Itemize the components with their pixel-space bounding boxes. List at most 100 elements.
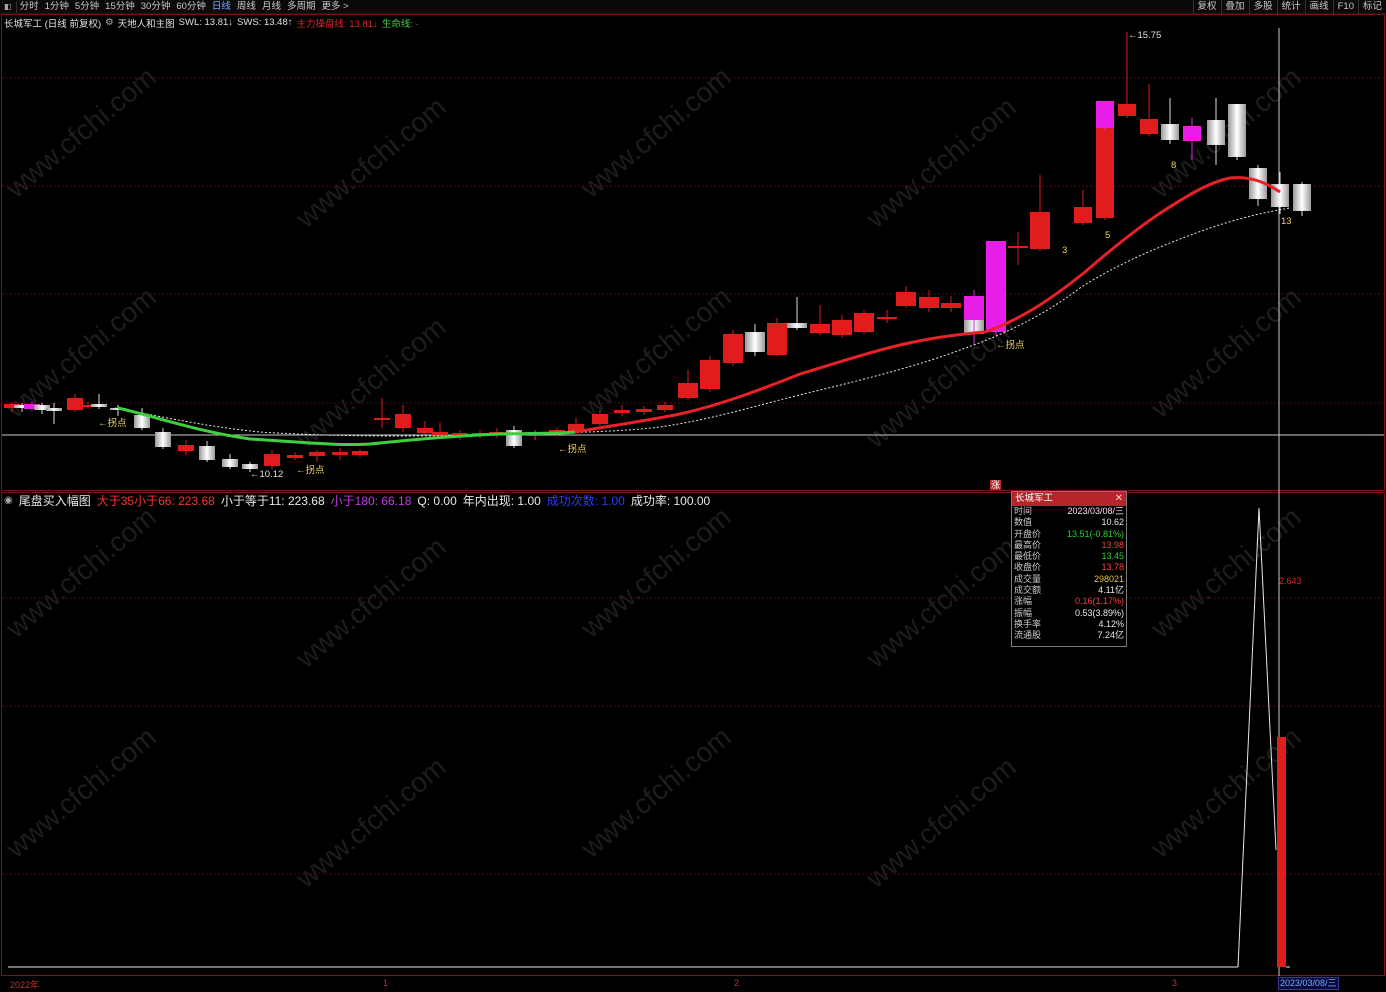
toolbar-button[interactable]: F10 [1332,0,1358,14]
wave-label-13: 13 [1281,216,1292,227]
candle-body [877,317,897,319]
candle-body [67,398,83,410]
indicator-panel-border [1,492,1385,976]
period-tab[interactable]: 更多 > [318,0,351,14]
tooltip-key: 数值 [1014,517,1033,528]
tooltip-key: 开盘价 [1014,528,1042,539]
period-tab[interactable]: 日线 [209,0,234,14]
tooltip-row: 流通股 7.24亿 [1012,630,1126,641]
tooltip-row: 开盘价 13.51(-0.81%) [1012,529,1126,540]
tooltip-header[interactable]: 长城军工 ✕ [1012,492,1126,506]
tooltip-value: 13.45 [1101,551,1124,562]
period-tab[interactable]: 60分钟 [173,0,209,14]
wave-label-5: 5 [1105,230,1111,241]
candle-body [1118,104,1136,116]
toolbar-button[interactable]: 复权 [1192,0,1221,14]
indicator-toggle-icon[interactable]: ◉ [4,495,13,506]
tooltip-title: 长城军工 [1015,493,1054,504]
high-arrow-icon: ← [1128,30,1138,41]
indicator-title[interactable]: 尾盘买入幅图 [19,492,91,509]
candle-body [287,455,303,458]
chart-title-line: 长城军工 (日线 前复权) ⚙ 天地人和主图 SWL: 13.81↓ SWS: … [4,16,419,30]
tooltip-value: 0.16(1.17%) [1074,596,1124,607]
indicator-header: ◉ 尾盘买入幅图 大于35小于66: 223.68 小于等于11: 223.68… [4,492,710,509]
close-icon[interactable]: ✕ [1115,492,1123,506]
indicator-gear-icon[interactable]: ⚙ [105,17,114,28]
year-count-value: 年内出现: 1.00 [462,494,541,508]
candle-body [1140,119,1158,134]
candle-body [1008,246,1028,248]
candle-body [178,445,194,451]
turn-point-label: ←拐点 [996,340,1025,351]
tooltip-row: 收盘价 13.78 [1012,562,1126,573]
toolbar-button[interactable]: 叠加 [1220,0,1249,14]
period-tab[interactable]: 分时 [17,0,42,14]
turn-point-label: ←拐点 [558,444,587,455]
period-tab[interactable]: 周线 [234,0,259,14]
tooltip-key: 振幅 [1014,607,1033,618]
indicator-red-bar [1277,737,1286,967]
indicator-spike-line [1237,507,1277,968]
tooltip-value: 13.98 [1101,539,1124,550]
candle-body [332,452,348,455]
x-tick-label: 3 [1172,978,1178,988]
candle-body [896,292,916,306]
candle-body [352,451,368,455]
period-tab[interactable]: 5分钟 [72,0,102,14]
tooltip-row: 成交额 4.11亿 [1012,585,1126,596]
tooltip-value: 7.24亿 [1097,630,1124,641]
toolbar-button[interactable]: 统计 [1276,0,1305,14]
candle-body [309,452,325,456]
period-tab[interactable]: 月线 [259,0,284,14]
tooltip-key: 最低价 [1014,551,1042,562]
candle-body [1074,207,1092,223]
candle-body [1228,104,1246,157]
success-count-value: 成功次数: 1.00 [546,494,625,508]
turn-point-label: ←拐点 [296,465,325,476]
toolbar-button[interactable]: 标记 [1357,0,1386,14]
candlesticks [4,32,1311,472]
candle-body [919,297,939,308]
indicator-name[interactable]: 天地人和主图 [118,16,175,30]
tooltip-key: 换手率 [1014,618,1042,629]
period-tab[interactable]: 15分钟 [102,0,138,14]
x-tick-label: 2022年 [10,980,40,990]
candle-body [374,418,390,420]
life-line-value: 生命线: · [381,18,419,30]
candle-body [657,405,673,410]
toolbar-menu-icon[interactable]: ◧ [0,0,17,13]
tooltip-key: 成交额 [1014,585,1042,596]
stock-title[interactable]: 长城军工 (日线 前复权) [4,16,101,30]
tooltip-row: 时间 2023/03/08/三 [1012,506,1126,517]
toolbar-button[interactable]: 多股 [1248,0,1277,14]
wave-label-3: 3 [1062,245,1068,256]
candle-body [592,414,608,424]
tooltip-row: 数值 10.62 [1012,517,1126,528]
low-price-label: ←10.12 [250,469,284,480]
candle-body [395,414,411,428]
candle-body [745,332,765,352]
data-tooltip[interactable]: 长城军工 ✕ 时间 2023/03/08/三 数值 10.62 开盘价 13.51(-0.… [1011,491,1127,647]
candle-body [1293,184,1311,211]
candle-body [767,323,787,355]
tooltip-row: 最低价 13.45 [1012,551,1126,562]
toolbar-button[interactable]: 画线 [1304,0,1333,14]
tooltip-value: 13.51(-0.81%) [1066,528,1124,539]
candle-body [986,241,1006,332]
period-tab[interactable]: 30分钟 [138,0,174,14]
white-dotted-ma [114,207,1291,437]
period-toolbar: ◧ 分时 1分钟 5分钟 15分钟 30分钟 60分钟 日线 周线 月线 多周期 更多 > 复权 叠加… [0,0,1386,14]
tooltip-value: 4.11亿 [1098,585,1124,596]
tooltip-value: 298021 [1093,573,1124,584]
period-tab[interactable]: 1分钟 [42,0,72,14]
swl-value: SWL: 13.81↓ [178,17,234,28]
candle-body [787,323,807,328]
x-tick-label: 2 [734,978,740,988]
candle-body [264,454,280,466]
period-tab[interactable]: 多周期 [284,0,319,14]
tooltip-value: 13.78 [1101,562,1124,573]
tooltip-key: 涨幅 [1014,596,1033,607]
tooltip-row: 换手率 4.12% [1012,619,1126,630]
x-axis: 2022年 1 2 3 2023/03/08/三 [0,976,1386,992]
tooltip-rows: 时间 2023/03/08/三 数值 10.62 开盘价 13.51(-0.81%) 最高价… [1012,506,1126,642]
